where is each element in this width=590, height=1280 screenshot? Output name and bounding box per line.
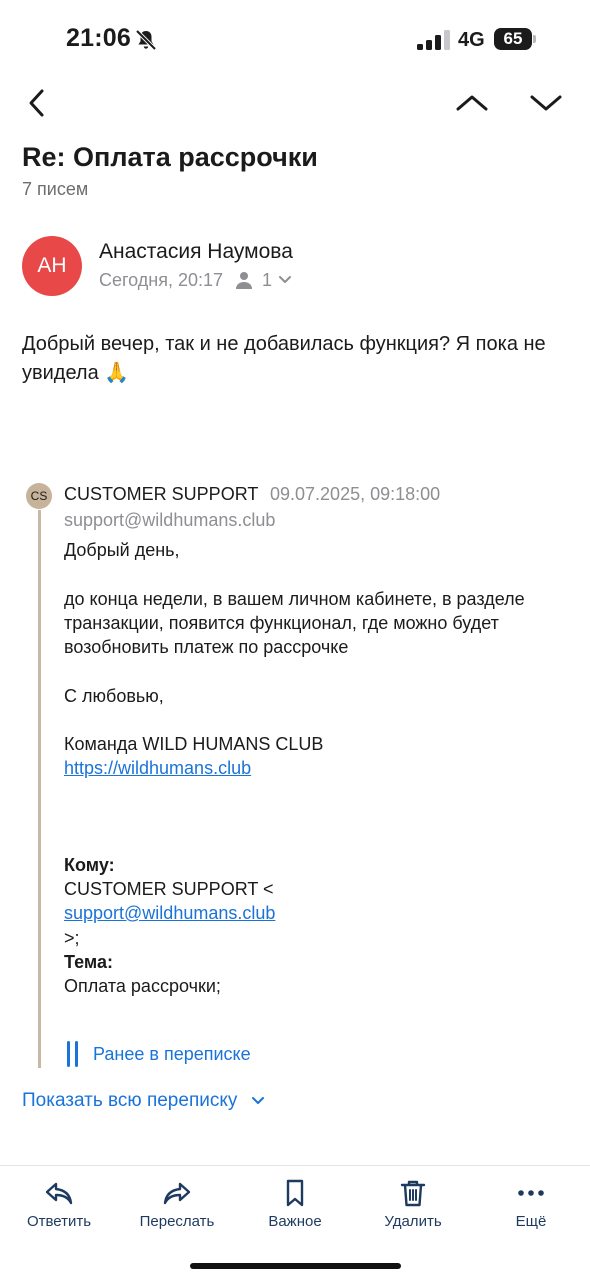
subject-value: Оплата рассрочки; — [64, 976, 221, 996]
trash-icon — [400, 1180, 426, 1207]
status-time: 21:06 — [66, 24, 131, 52]
to-end: >; — [64, 928, 80, 948]
to-name: CUSTOMER SUPPORT < — [64, 879, 274, 899]
recipient-count: 1 — [262, 269, 273, 290]
forward-icon — [163, 1182, 191, 1205]
message-time: Сегодня, 20:17 — [99, 269, 224, 290]
more-icon — [518, 1190, 544, 1196]
quote-bar — [38, 510, 41, 1068]
quote-email: support@wildhumans.club — [64, 510, 276, 530]
forward-button[interactable]: Переслать — [122, 1178, 232, 1234]
reply-icon — [45, 1182, 73, 1205]
chevron-down-icon — [279, 276, 292, 283]
reply-button[interactable]: Ответить — [4, 1178, 114, 1234]
bell-slash-icon — [135, 29, 157, 51]
signal-icon — [417, 30, 450, 50]
sender-name[interactable]: Анастасия Наумова — [99, 240, 293, 264]
earlier-label: Ранее в переписке — [93, 1043, 251, 1064]
quote-closing: С любовью, — [64, 686, 164, 706]
chevron-left-icon[interactable] — [22, 86, 56, 120]
battery-icon: 65 — [494, 28, 536, 50]
person-icon — [236, 272, 253, 289]
quote-sender: CUSTOMER SUPPORT — [64, 484, 259, 504]
forward-label: Переслать — [139, 1213, 215, 1230]
avatar[interactable]: АН — [22, 236, 82, 296]
battery-level: 65 — [503, 29, 523, 48]
thread-title: Re: Оплата рассрочки — [22, 142, 318, 172]
toolbar-divider — [0, 1165, 590, 1166]
more-button[interactable]: Ещё — [476, 1178, 586, 1234]
subject-label: Тема: — [64, 952, 113, 972]
status-bar: 21:06 4G 65 — [0, 0, 590, 80]
quote-line: транзакции, появится функционал, где мож… — [64, 613, 499, 633]
delete-button[interactable]: Удалить — [358, 1178, 468, 1234]
reply-label: Ответить — [26, 1213, 92, 1230]
chevron-down-icon[interactable] — [528, 88, 564, 118]
delete-label: Удалить — [384, 1213, 442, 1230]
show-all-thread-button[interactable]: Показать всю переписку — [22, 1088, 265, 1114]
network-type: 4G — [458, 29, 485, 51]
to-label: Кому: — [64, 855, 115, 875]
message-meta[interactable]: Сегодня, 20:17 1 — [99, 269, 292, 291]
important-label: Важное — [268, 1213, 322, 1230]
chevron-down-icon — [252, 1097, 265, 1104]
message-body: Добрый вечер, так и не добавилась функци… — [22, 333, 546, 384]
bookmark-icon — [286, 1179, 304, 1207]
important-button[interactable]: Важное — [240, 1178, 350, 1234]
quote-avatar: CS — [26, 483, 52, 509]
more-label: Ещё — [515, 1213, 547, 1230]
quote-team: Команда WILD HUMANS CLUB — [64, 734, 324, 754]
website-link[interactable]: https://wildhumans.club — [64, 758, 251, 779]
quote-greeting: Добрый день, — [64, 540, 180, 560]
quote-date: 09.07.2025, 09:18:00 — [270, 484, 441, 504]
earlier-in-thread-button[interactable]: Ранее в переписке — [66, 1040, 251, 1068]
chevron-up-icon[interactable] — [454, 88, 490, 118]
home-indicator[interactable] — [190, 1263, 401, 1269]
to-email-link[interactable]: support@wildhumans.club — [64, 903, 275, 924]
show-all-label: Показать всю переписку — [22, 1090, 238, 1111]
quote-line: возобновить платеж по рассрочке — [64, 637, 349, 657]
double-bar-icon — [67, 1041, 78, 1067]
quote-line: до конца недели, в вашем личном кабинете… — [64, 589, 525, 609]
thread-count: 7 писем — [22, 179, 89, 199]
